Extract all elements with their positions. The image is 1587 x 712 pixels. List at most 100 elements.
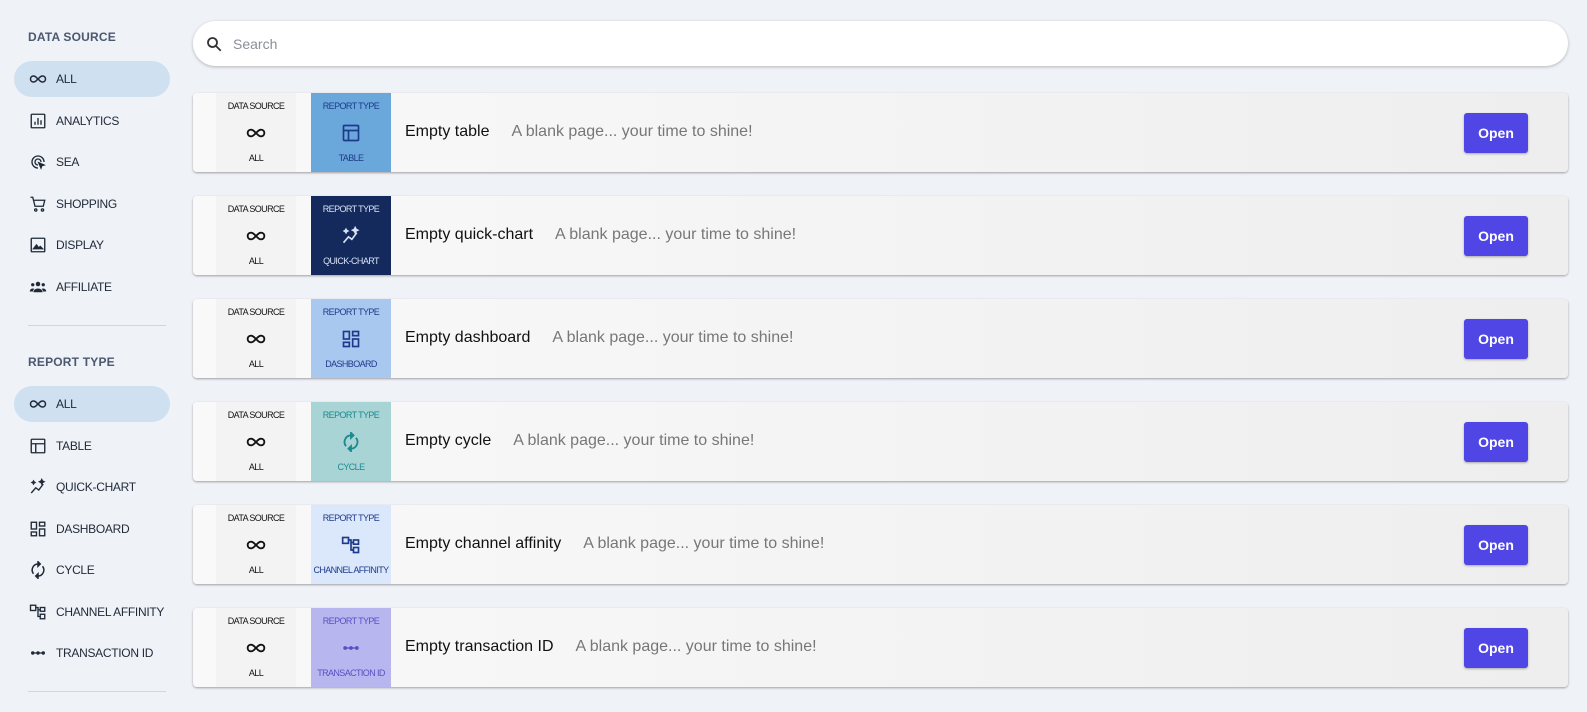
card-description: A blank page... your time to shine! [575,638,817,655]
sidebar-item-sea[interactable]: SEA [14,144,170,180]
card-description: A blank page... your time to shine! [555,226,797,243]
dashboard-icon [28,519,48,539]
infinity-icon [245,637,267,659]
sidebar-item-ds-all[interactable]: ALL [14,61,170,97]
channel-affinity-icon [340,534,362,556]
report-type-tile: REPORT TYPE CYCLE [311,402,391,481]
report-card: DATA SOURCE ALL REPORT TYPE CYCLE Empty … [193,402,1568,481]
data-source-value: ALL [248,359,264,369]
people-icon [28,277,48,297]
data-source-title: DATA SOURCE [28,30,116,44]
data-source-tile: DATA SOURCE ALL [216,608,296,687]
analytics-icon [28,111,48,131]
report-type-header: REPORT TYPE [322,101,380,111]
report-type-tile: REPORT TYPE TRANSACTION ID [311,608,391,687]
card-title-text: Empty table [405,123,490,140]
transaction-icon [28,643,48,663]
sidebar-item-display[interactable]: DISPLAY [14,227,170,263]
search-bar[interactable] [193,21,1568,66]
report-type-header: REPORT TYPE [322,204,380,214]
sidebar-divider [28,325,166,326]
open-button[interactable]: Open [1464,113,1528,153]
infinity-icon [245,431,267,453]
card-title: Empty table A blank page... your time to … [405,123,753,141]
sidebar-item-label: CYCLE [56,563,95,577]
data-source-header: DATA SOURCE [227,101,285,111]
report-type-value: TABLE [338,153,364,163]
data-source-header: DATA SOURCE [227,513,285,523]
data-source-value: ALL [248,256,264,266]
card-description: A blank page... your time to shine! [583,535,825,552]
data-source-tile: DATA SOURCE ALL [216,93,296,172]
data-source-tile: DATA SOURCE ALL [216,299,296,378]
cycle-icon [340,431,362,453]
cycle-icon [28,560,48,580]
sidebar-divider [28,691,166,692]
card-title: Empty quick-chart A blank page... your ti… [405,226,796,244]
sidebar-item-label: ANALYTICS [56,114,120,128]
card-title-text: Empty channel affinity [405,535,562,552]
sidebar-item-channel-affinity[interactable]: CHANNEL AFFINITY [14,594,170,630]
report-type-header: REPORT TYPE [322,410,380,420]
card-title-text: Empty dashboard [405,329,531,346]
transaction-icon [340,637,362,659]
open-button[interactable]: Open [1464,628,1528,668]
report-type-title: REPORT TYPE [28,355,115,369]
card-title-text: Empty quick-chart [405,226,534,243]
channel-affinity-icon [28,602,48,622]
report-type-value: QUICK-CHART [323,256,379,266]
report-type-header: REPORT TYPE [322,513,380,523]
report-card: DATA SOURCE ALL REPORT TYPE QUICK-CHART … [193,196,1568,275]
sidebar-item-rt-all[interactable]: ALL [14,386,170,422]
sidebar-item-label: QUICK-CHART [56,480,136,494]
sidebar-item-label: ALL [56,397,77,411]
sidebar-item-table[interactable]: TABLE [14,428,170,464]
report-type-value: TRANSACTION ID [317,668,385,678]
open-button[interactable]: Open [1464,319,1528,359]
report-type-value: CHANNEL AFFINITY [313,565,389,575]
data-source-header: DATA SOURCE [227,616,285,626]
infinity-icon [245,534,267,556]
card-description: A blank page... your time to shine! [511,123,753,140]
open-button[interactable]: Open [1464,525,1528,565]
table-icon [340,122,362,144]
data-source-header: DATA SOURCE [227,307,285,317]
data-source-value: ALL [248,462,264,472]
report-card: DATA SOURCE ALL REPORT TYPE CHANNEL AFFI… [193,505,1568,584]
sidebar-item-shopping[interactable]: SHOPPING [14,186,170,222]
infinity-icon [245,122,267,144]
sidebar-item-label: DISPLAY [56,238,104,252]
report-type-tile: REPORT TYPE QUICK-CHART [311,196,391,275]
data-source-header: DATA SOURCE [227,410,285,420]
open-button[interactable]: Open [1464,216,1528,256]
data-source-value: ALL [248,668,264,678]
search-input[interactable] [233,35,1533,52]
sidebar-item-dashboard[interactable]: DASHBOARD [14,511,170,547]
report-type-header: REPORT TYPE [322,307,380,317]
infinity-icon [28,69,48,89]
card-title: Empty dashboard A blank page... your time… [405,329,793,347]
report-type-tile: REPORT TYPE CHANNEL AFFINITY [311,505,391,584]
sidebar-item-quick-chart[interactable]: QUICK-CHART [14,469,170,505]
card-description: A blank page... your time to shine! [513,432,755,449]
sidebar-item-label: TABLE [56,439,92,453]
report-type-value: DASHBOARD [325,359,377,369]
sidebar-item-label: SHOPPING [56,197,117,211]
sidebar-item-analytics[interactable]: ANALYTICS [14,103,170,139]
sidebar-item-cycle[interactable]: CYCLE [14,552,170,588]
sidebar-item-label: CHANNEL AFFINITY [56,605,165,619]
infinity-icon [245,328,267,350]
infinity-icon [28,394,48,414]
data-source-value: ALL [248,565,264,575]
search-icon [205,35,223,53]
data-source-tile: DATA SOURCE ALL [216,402,296,481]
sidebar-item-transaction-id[interactable]: TRANSACTION ID [14,635,170,671]
report-type-tile: REPORT TYPE DASHBOARD [311,299,391,378]
image-icon [28,235,48,255]
sidebar-item-label: DASHBOARD [56,522,130,536]
data-source-tile: DATA SOURCE ALL [216,505,296,584]
sidebar-item-affiliate[interactable]: AFFILIATE [14,269,170,305]
infinity-icon [245,225,267,247]
sparkle-chart-icon [340,225,362,247]
open-button[interactable]: Open [1464,422,1528,462]
